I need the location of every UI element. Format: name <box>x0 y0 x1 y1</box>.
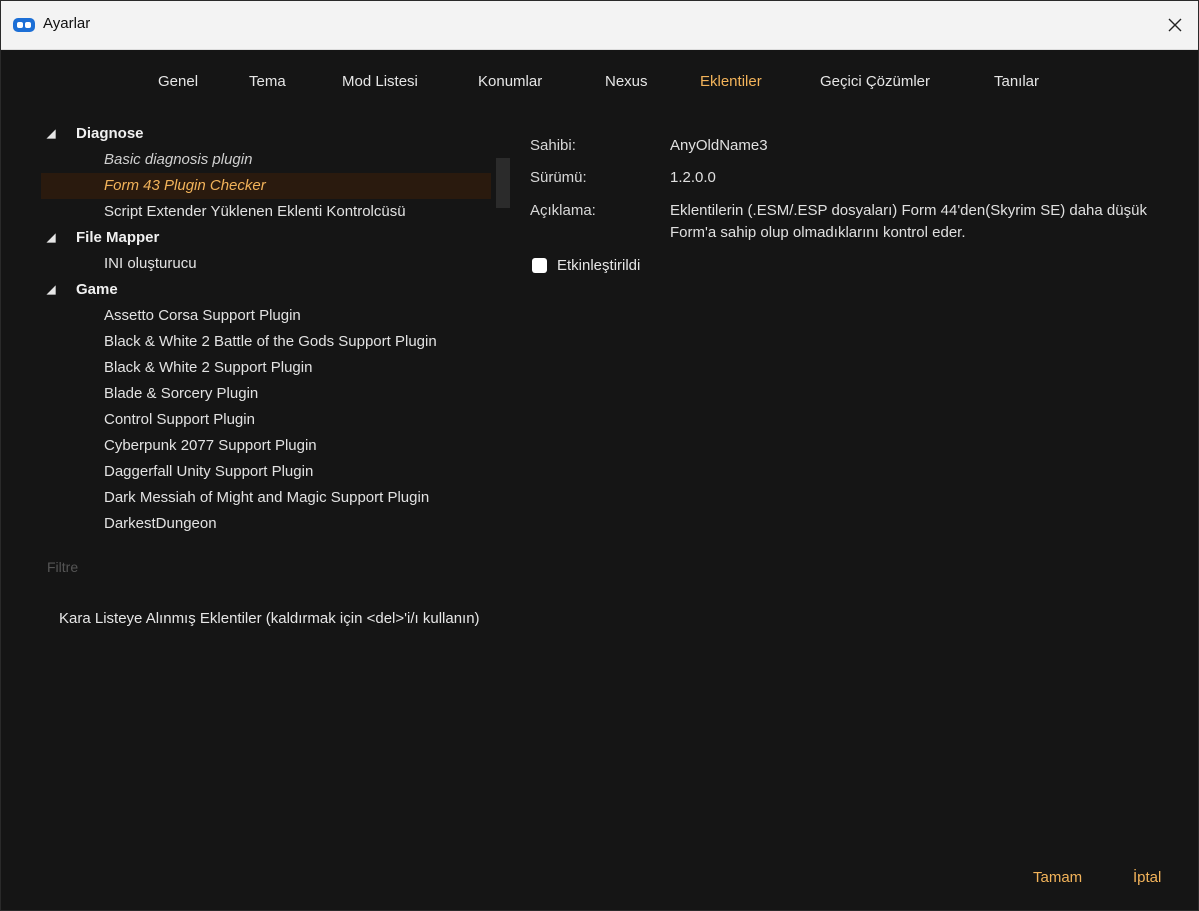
tree-item-label: INI oluşturucu <box>104 255 197 272</box>
tree-item[interactable]: Cyberpunk 2077 Support Plugin <box>41 433 491 459</box>
tree-item[interactable]: Assetto Corsa Support Plugin <box>41 303 491 329</box>
triangle-down-icon[interactable]: ◢ <box>47 121 55 147</box>
tree-item-selected[interactable]: Form 43 Plugin Checker <box>41 173 491 199</box>
tree-item[interactable]: DarkestDungeon <box>41 511 491 537</box>
tree-item-label: Assetto Corsa Support Plugin <box>104 307 301 324</box>
cancel-button[interactable]: İptal <box>1133 869 1161 886</box>
settings-window: Ayarlar Genel Tema Mod Listesi Konumlar … <box>0 0 1199 911</box>
close-icon <box>1168 18 1182 31</box>
tree-item[interactable]: Daggerfall Unity Support Plugin <box>41 459 491 485</box>
version-value: 1.2.0.0 <box>670 169 716 186</box>
plugin-tree[interactable]: ◢ Diagnose Basic diagnosis plugin Form 4… <box>41 121 493 539</box>
tab-gecici-cozumler[interactable]: Geçici Çözümler <box>820 73 930 90</box>
tab-nexus[interactable]: Nexus <box>605 73 648 90</box>
title-bar: Ayarlar <box>1 1 1198 50</box>
triangle-down-icon[interactable]: ◢ <box>47 277 55 303</box>
tab-mod-listesi[interactable]: Mod Listesi <box>342 73 418 90</box>
description-label: Açıklama: <box>530 202 596 219</box>
tree-group-diagnose[interactable]: ◢ Diagnose <box>41 121 491 147</box>
tree-item-label: Basic diagnosis plugin <box>104 151 253 168</box>
enabled-checkbox[interactable] <box>532 258 547 273</box>
tree-item-label: Control Support Plugin <box>104 411 255 428</box>
tree-item-label: Black & White 2 Battle of the Gods Suppo… <box>104 333 437 350</box>
tree-item-label: Form 43 Plugin Checker <box>104 177 266 194</box>
tree-item-label: Cyberpunk 2077 Support Plugin <box>104 437 317 454</box>
tree-item[interactable]: Dark Messiah of Might and Magic Support … <box>41 485 491 511</box>
tree-item-label: Daggerfall Unity Support Plugin <box>104 463 314 480</box>
tree-item-label: Black & White 2 Support Plugin <box>104 359 313 376</box>
tree-item[interactable]: Script Extender Yüklenen Eklenti Kontrol… <box>41 199 491 225</box>
version-label: Sürümü: <box>530 169 587 186</box>
tree-scrollbar-thumb[interactable] <box>496 158 510 208</box>
tree-item[interactable]: Black & White 2 Support Plugin <box>41 355 491 381</box>
filter-input[interactable]: Filtre <box>47 559 78 575</box>
tree-group-label: Diagnose <box>76 125 144 142</box>
tab-tema[interactable]: Tema <box>249 73 286 90</box>
tree-item[interactable]: Black & White 2 Battle of the Gods Suppo… <box>41 329 491 355</box>
triangle-down-icon[interactable]: ◢ <box>47 225 55 251</box>
author-value: AnyOldName3 <box>670 137 768 154</box>
blacklist-label: Kara Listeye Alınmış Eklentiler (kaldırm… <box>59 610 480 627</box>
close-button[interactable] <box>1152 1 1198 48</box>
ok-button[interactable]: Tamam <box>1033 869 1082 886</box>
tree-item[interactable]: INI oluşturucu <box>41 251 491 277</box>
tab-konumlar[interactable]: Konumlar <box>478 73 542 90</box>
window-title: Ayarlar <box>43 15 91 32</box>
enabled-label[interactable]: Etkinleştirildi <box>557 257 640 274</box>
description-value: Eklentilerin (.ESM/.ESP dosyaları) Form … <box>670 202 1147 241</box>
tab-genel[interactable]: Genel <box>158 73 198 90</box>
tree-item-label: Dark Messiah of Might and Magic Support … <box>104 489 430 506</box>
tree-group-label: File Mapper <box>76 229 160 246</box>
tree-item-label: Script Extender Yüklenen Eklenti Kontrol… <box>104 203 406 220</box>
tree-group-game[interactable]: ◢ Game <box>41 277 491 303</box>
tree-item-label: Blade & Sorcery Plugin <box>104 385 259 402</box>
tree-group-label: Game <box>76 281 118 298</box>
author-label: Sahibi: <box>530 137 576 154</box>
tab-bar: Genel Tema Mod Listesi Konumlar Nexus Ek… <box>1 73 1198 97</box>
app-logo-icon <box>13 18 35 32</box>
tree-item[interactable]: Basic diagnosis plugin <box>41 147 491 173</box>
tab-eklentiler[interactable]: Eklentiler <box>700 73 762 90</box>
tree-group-file-mapper[interactable]: ◢ File Mapper <box>41 225 491 251</box>
tree-item[interactable]: Blade & Sorcery Plugin <box>41 381 491 407</box>
tab-tanilar[interactable]: Tanılar <box>994 73 1039 90</box>
tree-item-label: DarkestDungeon <box>104 515 217 532</box>
tree-item[interactable]: Control Support Plugin <box>41 407 491 433</box>
